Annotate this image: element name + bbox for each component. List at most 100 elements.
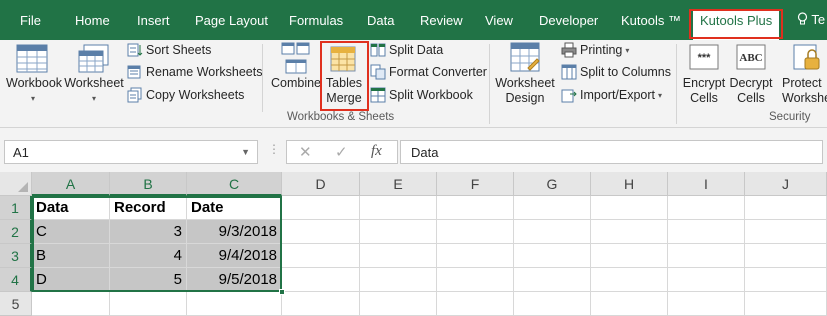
cell-c2[interactable]: 9/3/2018	[187, 220, 282, 244]
empty-cell[interactable]	[437, 244, 514, 268]
sort-sheets-button[interactable]: Sort Sheets	[127, 41, 211, 59]
empty-cell[interactable]	[32, 292, 110, 316]
tab-insert[interactable]: Insert	[137, 13, 170, 28]
empty-cell[interactable]	[360, 268, 437, 292]
empty-cell[interactable]	[514, 220, 591, 244]
tab-page-layout[interactable]: Page Layout	[195, 13, 268, 28]
protect-worksheet-button[interactable]: Protect Workshe	[782, 76, 827, 106]
column-header-a[interactable]: A	[32, 172, 110, 196]
empty-cell[interactable]	[514, 268, 591, 292]
encrypt-cells-button[interactable]: Encrypt Cells	[682, 76, 726, 106]
cell-a4[interactable]: D	[32, 268, 110, 292]
empty-cell[interactable]	[668, 196, 745, 220]
column-header-e[interactable]: E	[360, 172, 437, 196]
tab-data[interactable]: Data	[367, 13, 394, 28]
empty-cell[interactable]	[591, 220, 668, 244]
formula-bar-grip[interactable]: ⋮	[268, 142, 280, 156]
row-header-3[interactable]: 3	[0, 244, 32, 268]
column-header-h[interactable]: H	[591, 172, 668, 196]
decrypt-cells-icon[interactable]: ABC	[736, 44, 766, 73]
empty-cell[interactable]	[668, 292, 745, 316]
empty-cell[interactable]	[514, 292, 591, 316]
empty-cell[interactable]	[360, 196, 437, 220]
enter-icon[interactable]: ✓	[335, 143, 348, 161]
empty-cell[interactable]	[514, 244, 591, 268]
empty-cell[interactable]	[282, 220, 360, 244]
workbook-button[interactable]: Workbook ▾	[6, 76, 62, 106]
tab-view[interactable]: View	[485, 13, 513, 28]
empty-cell[interactable]	[282, 244, 360, 268]
empty-cell[interactable]	[591, 292, 668, 316]
tab-file[interactable]: File	[20, 13, 41, 28]
empty-cell[interactable]	[668, 220, 745, 244]
tell-me-box[interactable]: Te	[797, 12, 825, 27]
empty-cell[interactable]	[282, 268, 360, 292]
row-header-4[interactable]: 4	[0, 268, 32, 292]
import-export-button[interactable]: Import/Export ▾	[561, 86, 662, 104]
row-header-1[interactable]: 1	[0, 196, 32, 220]
formula-input[interactable]: Data	[400, 140, 823, 164]
tab-kutools[interactable]: Kutools ™	[621, 13, 681, 28]
empty-cell[interactable]	[591, 196, 668, 220]
cell-a1[interactable]: Data	[32, 196, 110, 220]
empty-cell[interactable]	[187, 292, 282, 316]
cell-a2[interactable]: C	[32, 220, 110, 244]
cell-c3[interactable]: 9/4/2018	[187, 244, 282, 268]
column-header-d[interactable]: D	[282, 172, 360, 196]
decrypt-cells-button[interactable]: Decrypt Cells	[729, 76, 773, 106]
cell-b4[interactable]: 5	[110, 268, 187, 292]
fill-handle[interactable]	[279, 289, 285, 295]
empty-cell[interactable]	[668, 268, 745, 292]
empty-cell[interactable]	[591, 244, 668, 268]
empty-cell[interactable]	[668, 244, 745, 268]
empty-cell[interactable]	[514, 196, 591, 220]
column-header-f[interactable]: F	[437, 172, 514, 196]
empty-cell[interactable]	[745, 220, 827, 244]
column-header-c[interactable]: C	[187, 172, 282, 196]
cell-b2[interactable]: 3	[110, 220, 187, 244]
empty-cell[interactable]	[110, 292, 187, 316]
format-converter-button[interactable]: Format Converter	[370, 63, 487, 81]
cell-c4[interactable]: 9/5/2018	[187, 268, 282, 292]
cell-b3[interactable]: 4	[110, 244, 187, 268]
protect-worksheet-icon[interactable]	[793, 44, 823, 75]
empty-cell[interactable]	[591, 268, 668, 292]
rename-worksheets-button[interactable]: Rename Worksheets	[127, 63, 263, 81]
worksheet-design-button[interactable]: Worksheet Design	[494, 76, 556, 106]
worksheet-icon[interactable]	[78, 44, 110, 77]
select-all-button[interactable]	[0, 172, 32, 196]
cell-c1[interactable]: Date	[187, 196, 282, 220]
cell-a3[interactable]: B	[32, 244, 110, 268]
chevron-down-icon[interactable]: ▼	[241, 147, 250, 157]
empty-cell[interactable]	[282, 196, 360, 220]
row-header-5[interactable]: 5	[0, 292, 32, 316]
split-to-columns-button[interactable]: Split to Columns	[561, 63, 671, 81]
empty-cell[interactable]	[437, 196, 514, 220]
row-header-2[interactable]: 2	[0, 220, 32, 244]
empty-cell[interactable]	[745, 196, 827, 220]
empty-cell[interactable]	[360, 220, 437, 244]
combine-icon[interactable]	[281, 42, 311, 77]
insert-function-icon[interactable]: fx	[371, 143, 382, 160]
tab-developer[interactable]: Developer	[539, 13, 598, 28]
empty-cell[interactable]	[745, 244, 827, 268]
empty-cell[interactable]	[360, 292, 437, 316]
combine-button[interactable]: Combine	[269, 76, 323, 91]
encrypt-cells-icon[interactable]: ***	[689, 44, 719, 73]
empty-cell[interactable]	[745, 268, 827, 292]
worksheet-button[interactable]: Worksheet ▾	[64, 76, 124, 106]
tab-home[interactable]: Home	[75, 13, 110, 28]
empty-cell[interactable]	[437, 220, 514, 244]
split-data-button[interactable]: Split Data	[370, 41, 443, 59]
empty-cell[interactable]	[360, 244, 437, 268]
empty-cell[interactable]	[745, 292, 827, 316]
column-header-g[interactable]: G	[514, 172, 591, 196]
tab-formulas[interactable]: Formulas	[289, 13, 343, 28]
workbook-icon[interactable]	[16, 44, 48, 77]
column-header-b[interactable]: B	[110, 172, 187, 196]
worksheet-design-icon[interactable]	[510, 42, 540, 77]
tab-review[interactable]: Review	[420, 13, 463, 28]
split-workbook-button[interactable]: Split Workbook	[370, 86, 473, 104]
column-header-i[interactable]: I	[668, 172, 745, 196]
empty-cell[interactable]	[437, 268, 514, 292]
